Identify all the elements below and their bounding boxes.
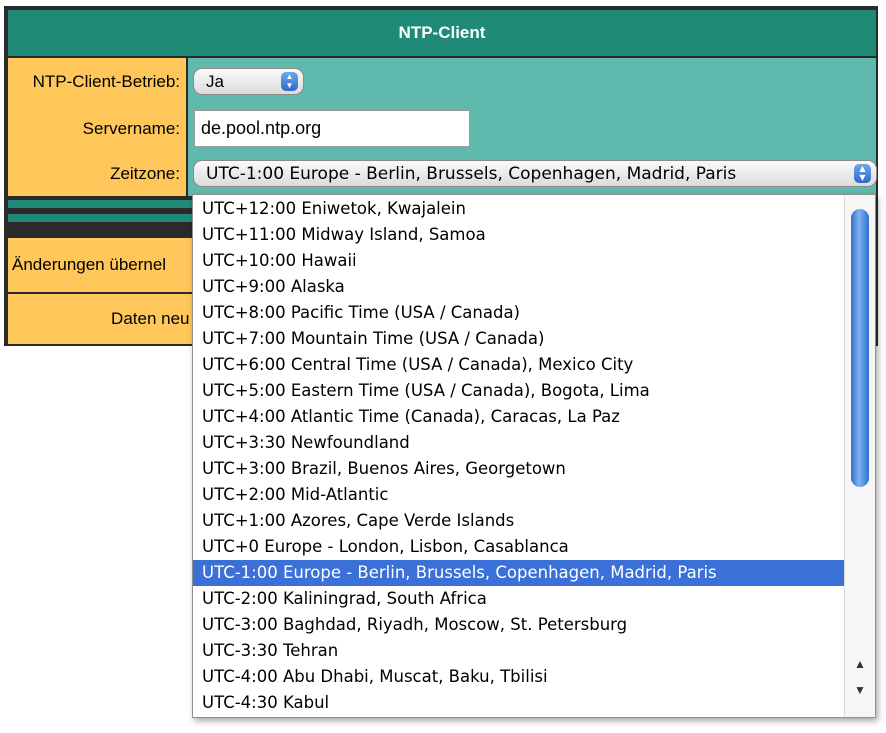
timezone-option[interactable]: UTC+3:30 Newfoundland xyxy=(193,430,845,456)
reload-data-button[interactable]: Daten neu l xyxy=(8,294,198,344)
arrow-down-icon[interactable]: ▼ xyxy=(845,679,875,701)
timezone-option[interactable]: UTC+11:00 Midway Island, Samoa xyxy=(193,222,845,248)
timezone-option[interactable]: UTC+12:00 Eniwetok, Kwajalein xyxy=(193,196,845,222)
timezone-option[interactable]: UTC+4:00 Atlantic Time (Canada), Caracas… xyxy=(193,404,845,430)
panel-title: NTP-Client xyxy=(8,10,876,56)
timezone-option[interactable]: UTC+6:00 Central Time (USA / Canada), Me… xyxy=(193,352,845,378)
mode-label: NTP-Client-Betrieb: xyxy=(8,58,186,106)
timezone-dropdown-list: UTC+12:00 Eniwetok, Kwajalein UTC+11:00 M… xyxy=(192,194,876,718)
timezone-option[interactable]: UTC+9:00 Alaska xyxy=(193,274,845,300)
mode-select[interactable]: Ja ▲ ▼ xyxy=(193,68,304,95)
timezone-select-value: UTC-1:00 Europe - Berlin, Brussels, Cope… xyxy=(206,163,737,184)
updown-arrows-icon: ▲ ▼ xyxy=(281,72,298,91)
timezone-select[interactable]: UTC-1:00 Europe - Berlin, Brussels, Cope… xyxy=(193,160,877,187)
timezone-option[interactable]: UTC-4:00 Abu Dhabi, Muscat, Baku, Tbilis… xyxy=(193,664,845,690)
timezone-option[interactable]: UTC+0 Europe - London, Lisbon, Casablanc… xyxy=(193,534,845,560)
timezone-option[interactable]: UTC+1:00 Azores, Cape Verde Islands xyxy=(193,508,845,534)
scrollbar-thumb[interactable] xyxy=(851,209,869,487)
timezone-option[interactable]: UTC-2:00 Kaliningrad, South Africa xyxy=(193,586,845,612)
timezone-option[interactable]: UTC+8:00 Pacific Time (USA / Canada) xyxy=(193,300,845,326)
timezone-option[interactable]: UTC-3:00 Baghdad, Riyadh, Moscow, St. Pe… xyxy=(193,612,845,638)
timezone-option[interactable]: UTC+3:00 Brazil, Buenos Aires, Georgetow… xyxy=(193,456,845,482)
timezone-option[interactable]: UTC+2:00 Mid-Atlantic xyxy=(193,482,845,508)
apply-changes-button[interactable]: Änderungen übernel xyxy=(8,238,198,292)
updown-arrows-icon: ▲ ▼ xyxy=(854,164,871,183)
server-label: Servername: xyxy=(8,106,186,152)
timezone-option[interactable]: UTC+5:00 Eastern Time (USA / Canada), Bo… xyxy=(193,378,845,404)
timezone-option[interactable]: UTC-3:30 Tehran xyxy=(193,638,845,664)
timezone-option[interactable]: UTC+10:00 Hawaii xyxy=(193,248,845,274)
timezone-option[interactable]: UTC+7:00 Mountain Time (USA / Canada) xyxy=(193,326,845,352)
timezone-label: Zeitzone: xyxy=(8,152,186,196)
dropdown-scrollbar[interactable]: ▲ ▼ xyxy=(844,195,875,717)
server-input[interactable]: de.pool.ntp.org xyxy=(194,110,470,147)
arrow-up-icon[interactable]: ▲ xyxy=(845,653,875,675)
timezone-option[interactable]: UTC-4:30 Kabul xyxy=(193,690,845,716)
timezone-option[interactable]: UTC-1:00 Europe - Berlin, Brussels, Cope… xyxy=(193,560,845,586)
mode-select-value: Ja xyxy=(206,71,224,91)
